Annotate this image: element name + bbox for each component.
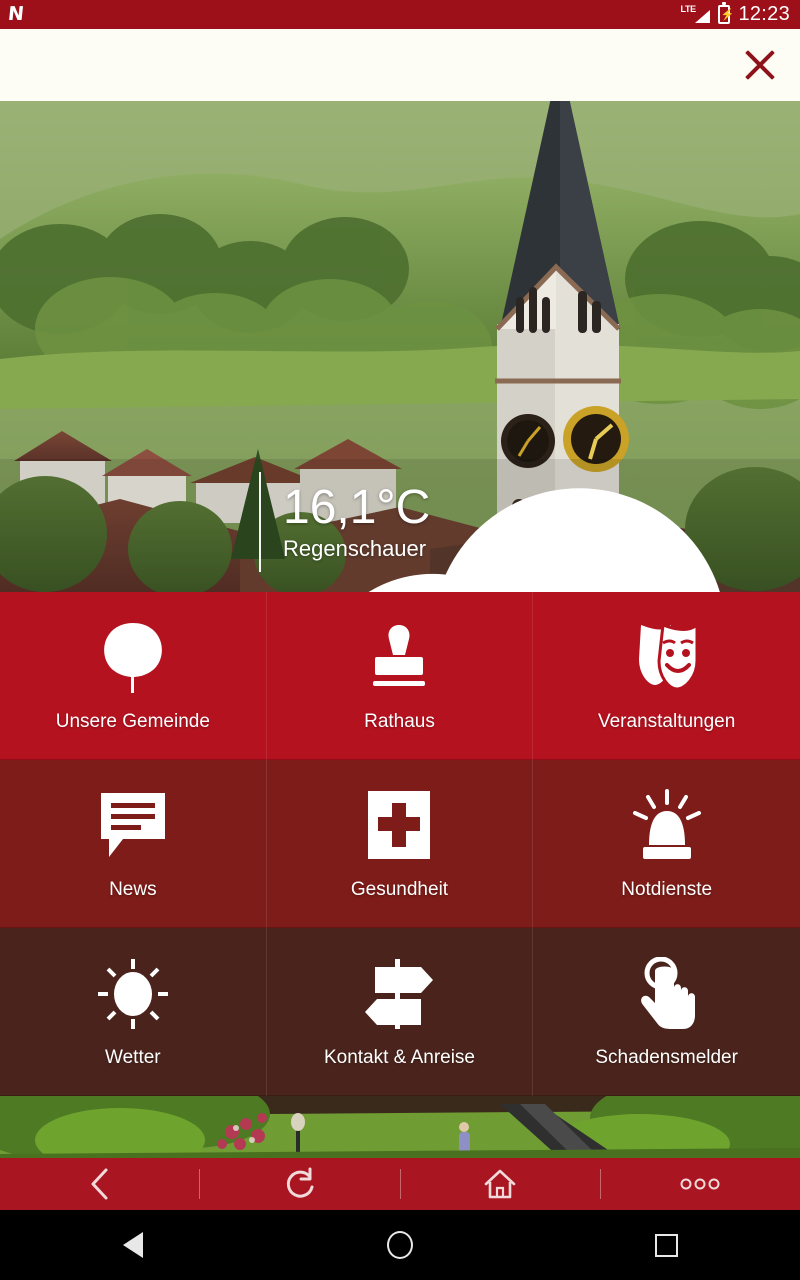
battery-charging-icon: ⚡ bbox=[718, 2, 735, 24]
android-recents-icon bbox=[655, 1233, 679, 1257]
tile-notdienste[interactable]: Notdienste bbox=[533, 760, 800, 928]
overlay-close-bar bbox=[0, 29, 800, 101]
app-logo-icon: N bbox=[6, 3, 25, 25]
tile-label: Notdienste bbox=[621, 878, 713, 900]
tree-leaf-icon bbox=[97, 621, 169, 695]
tile-label: News bbox=[109, 878, 157, 900]
app-root: N LTE ⚡ 12:23 16,1°C Regenschauer Unsere… bbox=[0, 0, 800, 1280]
status-bar: N LTE ⚡ 12:23 bbox=[0, 0, 800, 29]
android-home-icon bbox=[386, 1231, 413, 1259]
tile-rathaus[interactable]: Rathaus bbox=[266, 592, 534, 760]
nav-home-button[interactable] bbox=[401, 1158, 600, 1210]
menu-grid: Unsere Gemeinde Rathaus Veranstaltungen … bbox=[0, 592, 800, 1096]
signpost-icon bbox=[359, 957, 439, 1031]
tile-label: Schadensmelder bbox=[595, 1046, 738, 1068]
home-icon bbox=[484, 1169, 516, 1199]
tile-label: Kontakt & Anreise bbox=[323, 1046, 476, 1068]
tile-wetter[interactable]: Wetter bbox=[0, 928, 267, 1096]
android-home-button[interactable] bbox=[340, 1210, 460, 1280]
android-back-icon bbox=[123, 1232, 144, 1258]
signal-bars-icon: LTE bbox=[680, 4, 711, 25]
android-back-button[interactable] bbox=[73, 1210, 193, 1280]
weather-widget[interactable]: 16,1°C Regenschauer bbox=[155, 472, 720, 592]
tile-label: Unsere Gemeinde bbox=[55, 710, 210, 732]
android-system-nav bbox=[0, 1210, 800, 1280]
tile-label: Gesundheit bbox=[350, 878, 449, 900]
tile-schadensmelder[interactable]: Schadensmelder bbox=[533, 928, 800, 1096]
reload-icon bbox=[286, 1167, 314, 1198]
status-clock: 12:23 bbox=[738, 3, 790, 25]
nav-more-button[interactable] bbox=[601, 1158, 800, 1210]
sun-icon bbox=[96, 957, 170, 1031]
rain-shower-cloud-icon bbox=[155, 476, 720, 592]
tile-gesundheit[interactable]: Gesundheit bbox=[266, 760, 534, 928]
emergency-siren-icon bbox=[629, 788, 705, 863]
tap-hand-icon bbox=[631, 956, 703, 1031]
tile-label: Wetter bbox=[105, 1046, 161, 1068]
tile-kontakt-anreise[interactable]: Kontakt & Anreise bbox=[266, 928, 534, 1096]
tile-label: Rathaus bbox=[364, 710, 435, 732]
signal-triangle bbox=[695, 9, 711, 23]
tile-label: Veranstaltungen bbox=[597, 710, 736, 732]
android-recents-button[interactable] bbox=[607, 1210, 727, 1280]
more-dots-icon bbox=[680, 1178, 720, 1190]
status-bar-right: LTE ⚡ 12:23 bbox=[680, 2, 790, 26]
theater-masks-icon bbox=[627, 621, 707, 695]
app-navigation-bar bbox=[0, 1158, 800, 1210]
medical-cross-icon bbox=[366, 789, 432, 863]
hero-photo: 16,1°C Regenschauer bbox=[0, 29, 800, 592]
tile-veranstaltungen[interactable]: Veranstaltungen bbox=[533, 592, 800, 760]
close-icon[interactable] bbox=[732, 37, 788, 93]
nav-reload-button[interactable] bbox=[200, 1158, 399, 1210]
tile-news[interactable]: News bbox=[0, 760, 267, 928]
bolt-glyph: ⚡ bbox=[720, 9, 735, 21]
speech-bubble-icon bbox=[97, 789, 169, 863]
tile-unsere-gemeinde[interactable]: Unsere Gemeinde bbox=[0, 592, 267, 760]
weather-divider bbox=[259, 472, 261, 572]
back-chevron-icon bbox=[91, 1168, 108, 1200]
nav-back-button[interactable] bbox=[0, 1158, 199, 1210]
bottom-photo-strip bbox=[0, 1096, 800, 1158]
rubber-stamp-icon bbox=[363, 621, 435, 695]
park-illustration bbox=[0, 1096, 800, 1158]
